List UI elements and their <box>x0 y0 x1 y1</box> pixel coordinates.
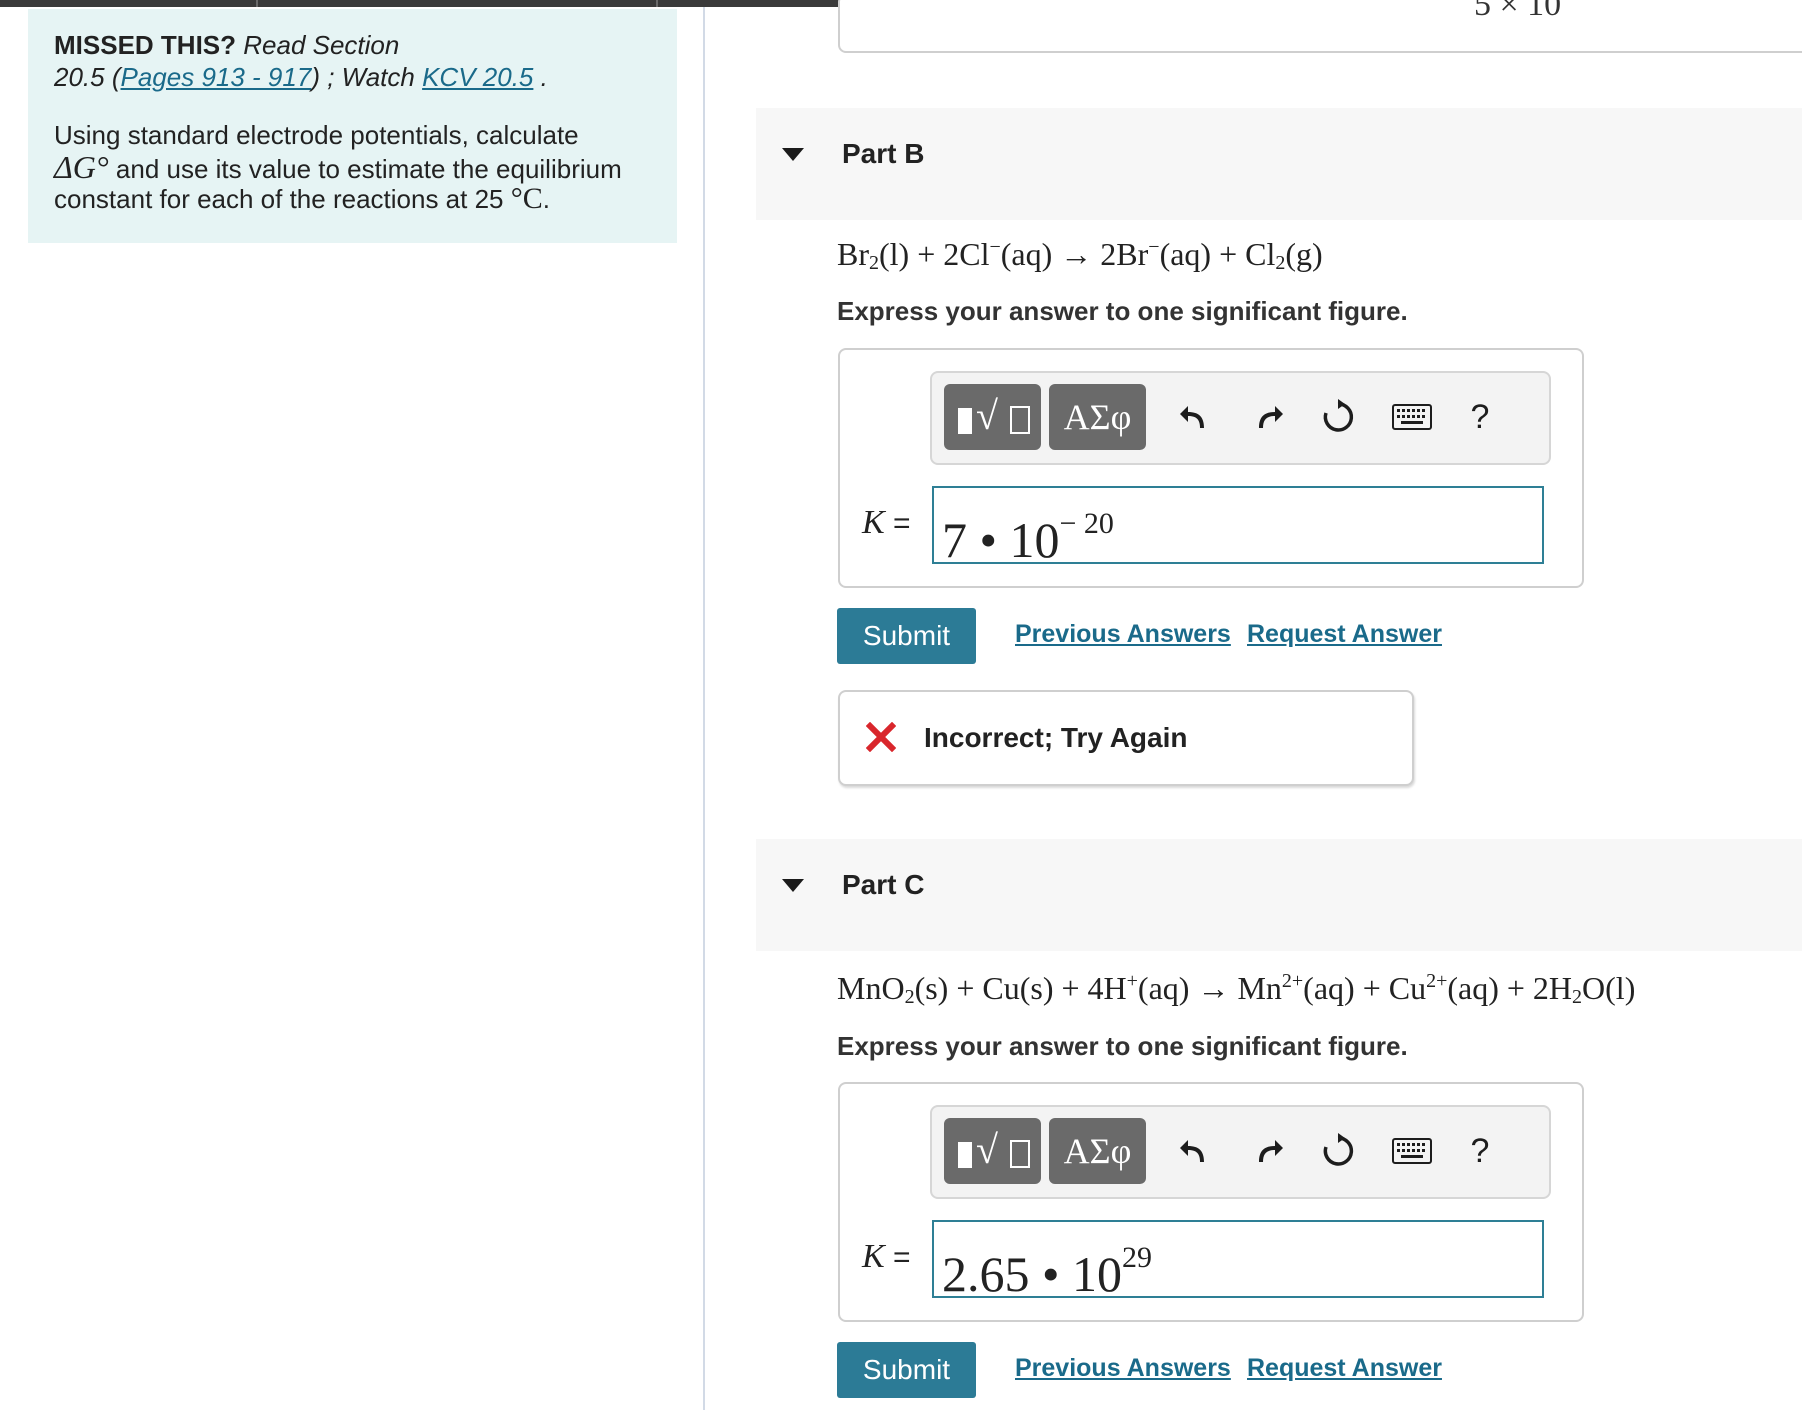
part-a-answer-fragment: 5 × 10 <box>1474 0 1562 23</box>
reset-icon[interactable] <box>1308 387 1368 447</box>
part-b-header[interactable]: Part B <box>756 108 1802 220</box>
part-c-equation: MnO2(s) + Cu(s) + 4H+(aq) → Mn2+(aq) + C… <box>837 970 1636 1008</box>
math-toolbar: √ ΑΣφ ? <box>930 371 1551 465</box>
keyboard-icon[interactable] <box>1382 1121 1442 1181</box>
greek-symbols-button[interactable]: ΑΣφ <box>1049 384 1146 450</box>
collapse-caret-icon[interactable] <box>782 879 804 892</box>
feedback-text: Incorrect; Try Again <box>924 722 1188 753</box>
part-c-previous-answers-link[interactable]: Previous Answers <box>1015 1354 1231 1383</box>
k-label: K = <box>862 504 911 541</box>
part-b-instruction: Express your answer to one significant f… <box>837 296 1408 326</box>
part-b-title: Part B <box>842 138 925 169</box>
keyboard-icon[interactable] <box>1382 387 1442 447</box>
kcv-link[interactable]: KCV 20.5 <box>422 62 533 92</box>
part-b-answer-input[interactable]: 7 • 10− 20 <box>932 486 1544 568</box>
part-b-equation: Br2(l) + 2Cl−(aq) → 2Br−(aq) + Cl2(g) <box>837 236 1323 274</box>
missed-this-references: 20.5 (Pages 913 - 917) ; Watch KCV 20.5 … <box>54 62 548 92</box>
part-b-answer-box: √ ΑΣφ ? K = 7 • 10− 20 <box>838 348 1584 588</box>
part-b-submit-button[interactable]: Submit <box>837 608 976 664</box>
panel-divider <box>703 7 705 1410</box>
part-b-request-answer-link[interactable]: Request Answer <box>1247 620 1442 649</box>
part-c-answer-input[interactable]: 2.65 • 1029 <box>932 1220 1544 1302</box>
reset-icon[interactable] <box>1308 1121 1368 1181</box>
part-b-previous-answers-link[interactable]: Previous Answers <box>1015 620 1231 649</box>
greek-symbols-button[interactable]: ΑΣφ <box>1049 1118 1146 1184</box>
instruction-line-1: Using standard electrode potentials, cal… <box>54 120 579 150</box>
help-button[interactable]: ? <box>1450 387 1510 447</box>
redo-icon[interactable] <box>1238 387 1298 447</box>
undo-icon[interactable] <box>1165 387 1225 447</box>
undo-icon[interactable] <box>1165 1121 1225 1181</box>
part-c-instruction: Express your answer to one significant f… <box>837 1031 1408 1061</box>
templates-button[interactable]: √ <box>944 384 1041 450</box>
k-label: K = <box>862 1238 911 1275</box>
help-button[interactable]: ? <box>1450 1121 1510 1181</box>
part-b-feedback: Incorrect; Try Again <box>838 690 1414 786</box>
part-c-request-answer-link[interactable]: Request Answer <box>1247 1354 1442 1383</box>
collapse-caret-icon[interactable] <box>782 148 804 161</box>
part-c-answer-box: √ ΑΣφ ? K = 2.65 • 1029 <box>838 1082 1584 1322</box>
redo-icon[interactable] <box>1238 1121 1298 1181</box>
part-c-title: Part C <box>842 869 925 900</box>
templates-button[interactable]: √ <box>944 1118 1041 1184</box>
part-c-header[interactable]: Part C <box>756 839 1802 951</box>
instruction-line-3: constant for each of the reactions at 25… <box>54 182 550 215</box>
incorrect-x-icon <box>865 721 897 757</box>
part-a-answer-box <box>838 0 1802 53</box>
missed-this-heading: MISSED THIS? Read Section <box>54 30 400 60</box>
part-c-submit-button[interactable]: Submit <box>837 1342 976 1398</box>
instruction-line-2: ΔG° and use its value to estimate the eq… <box>54 149 622 185</box>
math-toolbar: √ ΑΣφ ? <box>930 1105 1551 1199</box>
pages-link[interactable]: Pages 913 - 917 <box>121 62 312 92</box>
